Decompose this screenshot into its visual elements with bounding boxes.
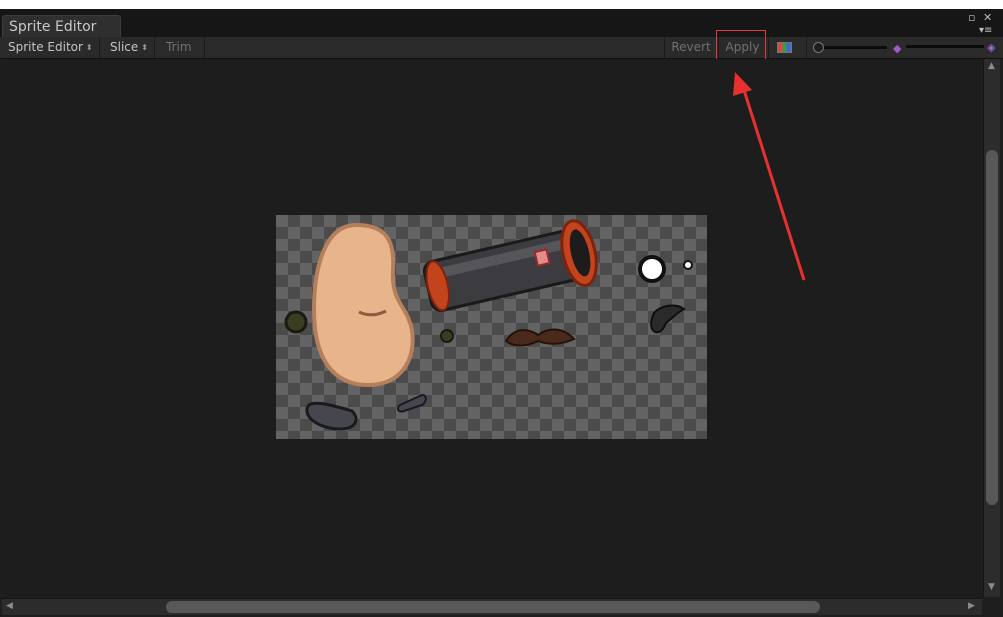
zoom-slider-track — [817, 46, 887, 49]
scroll-left-icon[interactable]: ◀ — [6, 602, 13, 611]
scroll-right-icon[interactable]: ▶ — [968, 602, 975, 611]
dark-slant-sprite — [396, 393, 427, 413]
sprite-artwork — [284, 219, 693, 431]
mode-dropdown[interactable]: Sprite Editor ⬍ — [2, 37, 100, 58]
bean-sprite — [311, 222, 415, 388]
mip-slider[interactable] — [906, 45, 984, 48]
eye-white-sprite — [638, 255, 666, 283]
tab-sprite-editor[interactable]: Sprite Editor — [2, 15, 121, 39]
mip-large-icon: ◈ — [987, 41, 996, 54]
zoom-slider[interactable] — [813, 42, 889, 53]
sprite-texture[interactable] — [276, 215, 707, 439]
scroll-down-icon[interactable]: ▼ — [988, 583, 995, 592]
tab-row: Sprite Editor ▫ ✕ ▾≡ — [0, 9, 1003, 39]
slice-dropdown[interactable]: Slice ⬍ — [104, 37, 155, 58]
mode-dropdown-label: Sprite Editor — [8, 40, 83, 54]
close-icon[interactable]: ✕ — [983, 12, 992, 23]
dark-blob-sprite — [305, 401, 358, 431]
scroll-up-icon[interactable]: ▲ — [988, 62, 995, 71]
vertical-scrollbar[interactable]: ▲ ▼ — [983, 59, 1000, 597]
small-dot-sprite — [440, 329, 454, 343]
dropdown-arrows-icon: ⬍ — [141, 43, 148, 52]
maximize-icon[interactable]: ▫ — [968, 12, 975, 23]
mustache-sprite — [504, 328, 576, 347]
slice-dropdown-label: Slice — [110, 40, 139, 54]
zoom-slider-knob[interactable] — [813, 42, 824, 53]
toolbar-divider — [806, 37, 807, 58]
vertical-scroll-thumb[interactable] — [986, 150, 998, 505]
apply-highlight-box — [716, 30, 766, 62]
dropdown-arrows-icon: ⬍ — [85, 43, 93, 52]
rgb-channel-icon[interactable] — [777, 42, 792, 53]
eyebrow-sprite — [650, 304, 686, 334]
mip-small-icon: ◆ — [893, 42, 902, 55]
horizontal-scrollbar[interactable]: ◀ ▶ — [2, 598, 982, 615]
cylinder-sprite — [422, 219, 598, 312]
menu-icon[interactable]: ▾≡ — [979, 25, 992, 36]
trim-button[interactable]: Trim — [160, 37, 205, 58]
horizontal-scroll-thumb[interactable] — [166, 601, 820, 613]
revert-button[interactable]: Revert — [664, 37, 717, 58]
dark-dot-sprite — [284, 310, 308, 334]
top-strip — [0, 0, 1003, 9]
eye-small-sprite — [683, 260, 693, 270]
